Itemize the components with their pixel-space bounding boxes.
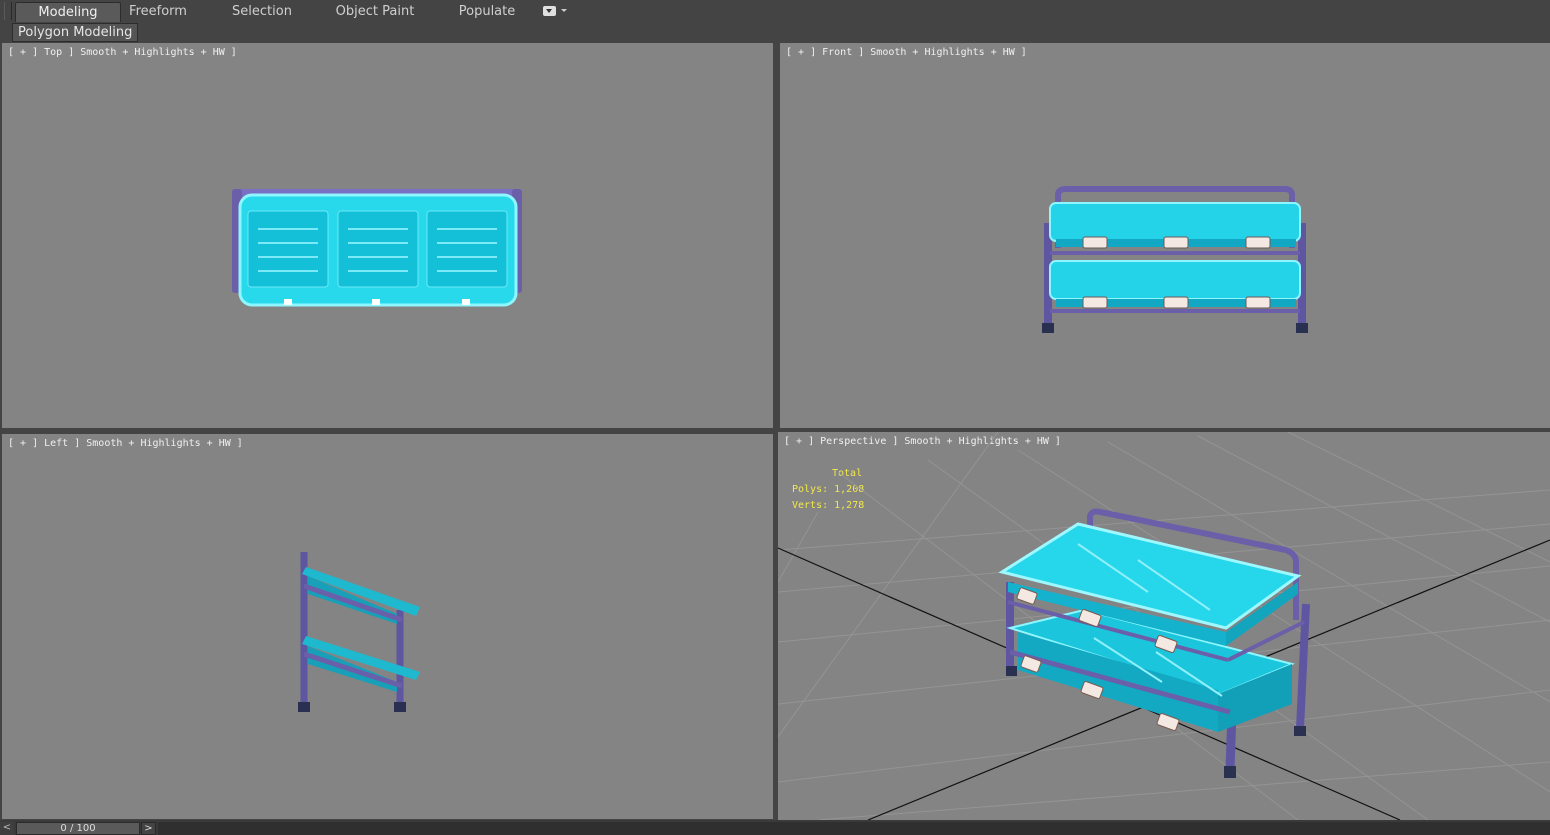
viewport-left[interactable]: [ + ] Left ] Smooth + Highlights + HW ] — [2, 434, 773, 819]
ribbon-grip[interactable] — [4, 2, 12, 20]
time-slider[interactable]: 0 / 100 — [16, 822, 140, 835]
front-view-shelf-model — [1042, 186, 1308, 333]
left-view-shelf-model — [298, 552, 420, 712]
tab-modeling[interactable]: Modeling — [15, 2, 121, 22]
tab-populate[interactable]: Populate — [454, 2, 520, 21]
perspective-view — [778, 432, 1550, 820]
viewport-front[interactable]: [ + ] Front ] Smooth + Highlights + HW ] — [780, 43, 1550, 428]
dropdown-toggle-icon[interactable] — [543, 5, 571, 18]
viewport-perspective[interactable]: [ + ] Perspective ] Smooth + Highlights … — [778, 432, 1550, 820]
shelf-model — [998, 508, 1310, 778]
timeline-track[interactable] — [158, 822, 1550, 835]
previous-frame-button[interactable]: < — [0, 822, 14, 835]
ribbon-tab-bar: Modeling Freeform Selection Object Paint… — [0, 0, 1550, 23]
ribbon-panel: Polygon Modeling — [0, 22, 1550, 42]
next-frame-button[interactable]: > — [141, 822, 156, 835]
top-view-shelf-model — [232, 189, 522, 307]
tab-freeform[interactable]: Freeform — [120, 2, 196, 21]
tab-selection[interactable]: Selection — [225, 2, 299, 21]
time-slider-bar: < 0 / 100 > — [0, 820, 1550, 835]
viewport-top[interactable]: [ + ] Top ] Smooth + Highlights + HW ] — [2, 43, 773, 428]
polygon-modeling-panel[interactable]: Polygon Modeling — [12, 23, 139, 42]
tab-object-paint[interactable]: Object Paint — [333, 2, 417, 21]
